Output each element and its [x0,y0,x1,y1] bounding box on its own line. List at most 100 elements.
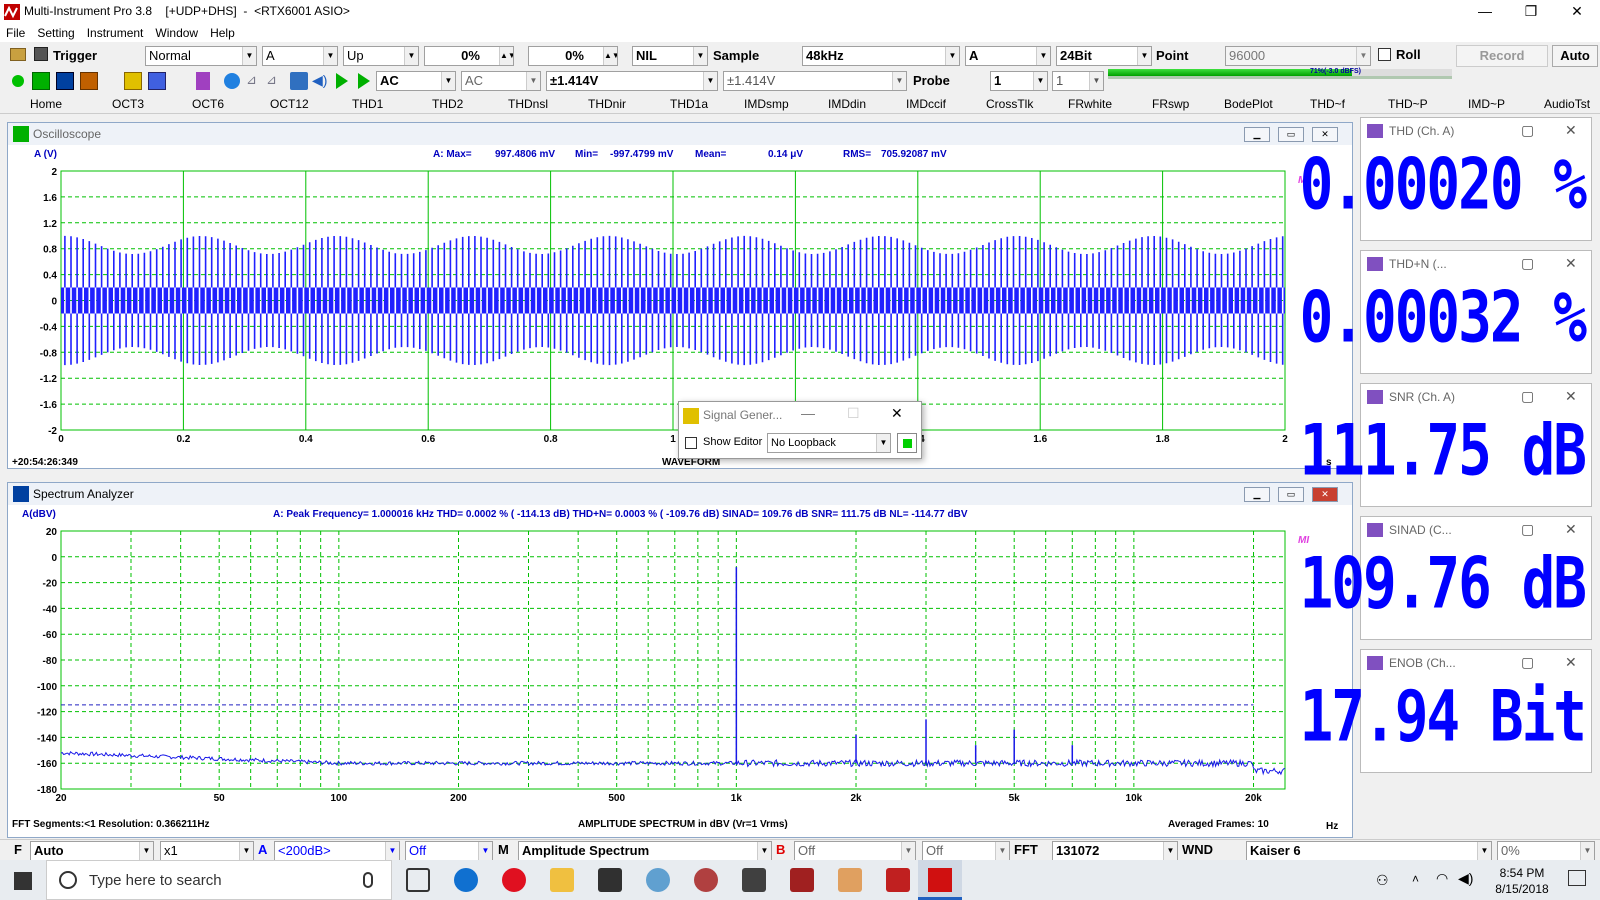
b-off-select-2[interactable]: Off ▼ [922,841,1010,861]
wifi-icon[interactable]: ◠ [1436,870,1448,887]
chevron-up-icon[interactable]: ˄ [1412,872,1419,886]
tab-thdnir[interactable]: THDnir [588,97,626,111]
tab-imdsmp[interactable]: IMDsmp [744,97,789,111]
spectrum-plot[interactable]: A(dBV) A: Peak Frequency= 1.000016 kHz T… [8,505,1352,837]
nil-select[interactable]: NIL ▼ [632,46,708,66]
app-icon[interactable] [694,868,718,892]
meter-minimize-button[interactable]: ▢ [1521,255,1534,272]
tab-thdnsl[interactable]: THDnsl [508,97,548,111]
tab-audiotst[interactable]: AudioTst [1544,97,1590,111]
sinad-meter[interactable]: SINAD (C... ▢ ✕ 109.76 dB [1300,516,1592,640]
menu-setting[interactable]: Setting [31,24,80,42]
trigger-edge-select[interactable]: Up ▼ [343,46,419,66]
siggen-maximize-button[interactable]: ☐ [847,405,860,422]
freq-axis-select[interactable]: Auto ▼ [30,841,154,861]
b-off-select-1[interactable]: Off ▼ [794,841,916,861]
a-off-select[interactable]: Off ▼ [405,841,493,861]
tab-thd-p[interactable]: THD~P [1388,97,1428,111]
enob-meter[interactable]: ENOB (Ch... ▢ ✕ 17.94 Bit [1300,649,1592,773]
ddp-icon[interactable] [196,72,210,90]
tab-home[interactable]: Home [30,97,62,111]
delta-a-icon[interactable]: ⊿ [246,72,264,90]
tab-thd-f[interactable]: THD~f [1310,97,1345,111]
meter-minimize-button[interactable]: ▢ [1521,122,1534,139]
multi-instrument-task[interactable] [918,860,962,900]
taskbar-date[interactable]: 8/15/2018 [1490,882,1554,896]
taskbar-time[interactable]: 8:54 PM [1494,866,1550,880]
tab-oct12[interactable]: OCT12 [270,97,309,111]
calibration-icon[interactable] [224,73,240,89]
range-a-select[interactable]: ±1.414V ▼ [546,71,718,91]
meter-close-button[interactable]: ✕ [1565,654,1577,671]
thdn-meter[interactable]: THD+N (... ▢ ✕ 0.00032 % [1300,250,1592,374]
meter-minimize-button[interactable]: ▢ [1521,521,1534,538]
window-minimize-button[interactable]: ▁ [1244,127,1270,142]
meter-close-button[interactable]: ✕ [1565,388,1577,405]
close-button[interactable]: ✕ [1554,0,1600,24]
tab-oct3[interactable]: OCT3 [112,97,144,111]
menu-file[interactable]: File [0,24,31,42]
tab-imddin[interactable]: IMDdin [828,97,866,111]
a-range-select[interactable]: <200dB> ▼ [274,841,400,861]
app-icon[interactable] [790,868,814,892]
taskbar-search-box[interactable]: Type here to search [46,860,392,900]
maximize-button[interactable]: ❐ [1508,0,1554,24]
mail-icon[interactable] [598,868,622,892]
spectrum-icon[interactable] [56,72,74,90]
signal-generator-icon[interactable] [124,72,142,90]
siggen-close-button[interactable]: ✕ [891,405,903,422]
trigger-channel-select[interactable]: A ▼ [262,46,338,66]
spin-icon[interactable]: ▲▼ [499,47,513,65]
loopback-select[interactable]: No Loopback ▼ [767,433,891,453]
channel-select[interactable]: A ▼ [965,46,1051,66]
show-editor-checkbox[interactable] [685,437,697,449]
window-function-select[interactable]: Kaiser 6 ▼ [1246,841,1492,861]
points-select[interactable]: 96000 ▼ [1225,46,1371,66]
coupling-a-select[interactable]: AC ▼ [376,71,456,91]
siggen-run-button[interactable] [897,433,917,453]
trigger-mode-select[interactable]: Normal ▼ [145,46,257,66]
tab-oct6[interactable]: OCT6 [192,97,224,111]
meter-minimize-button[interactable]: ▢ [1521,654,1534,671]
delta-b-icon[interactable]: ⊿ [266,72,284,90]
opera-browser-icon[interactable] [502,868,526,892]
dds-out-icon[interactable] [148,72,166,90]
run-indicator-icon[interactable] [12,75,24,87]
tab-bodeplot[interactable]: BodePlot [1224,97,1273,111]
meter-close-button[interactable]: ✕ [1565,122,1577,139]
window-restore-button[interactable]: ▭ [1278,127,1304,142]
open-icon[interactable] [10,48,26,61]
coupling-b-select[interactable]: AC ▼ [461,71,541,91]
range-b-select[interactable]: ±1.414V ▼ [723,71,907,91]
play-icon[interactable] [336,73,348,89]
oscilloscope-icon[interactable] [32,72,50,90]
tab-imd-p[interactable]: IMD~P [1468,97,1505,111]
pdf-reader-icon[interactable] [886,868,910,892]
play-once-icon[interactable] [358,73,370,89]
meter-close-button[interactable]: ✕ [1565,255,1577,272]
window-minimize-button[interactable]: ▁ [1244,487,1270,502]
calculator-icon[interactable] [742,868,766,892]
tab-imdccif[interactable]: IMDccif [906,97,946,111]
microphone-icon[interactable] [363,872,373,888]
tab-crosstlk[interactable]: CrossTlk [986,97,1033,111]
spectrogram-icon[interactable] [80,72,98,90]
roll-checkbox[interactable] [1378,48,1391,61]
paint-icon[interactable] [646,868,670,892]
tab-thd1a[interactable]: THD1a [670,97,708,111]
measure-mode-select[interactable]: Amplitude Spectrum ▼ [518,841,772,861]
overlap-select[interactable]: 0% ▼ [1497,841,1595,861]
pre-trigger-spinner[interactable]: 0% ▲▼ [424,46,514,66]
tab-frwhite[interactable]: FRwhite [1068,97,1112,111]
speaker-icon[interactable]: ◀) [312,72,328,90]
tab-thd1[interactable]: THD1 [352,97,383,111]
meter-close-button[interactable]: ✕ [1565,521,1577,538]
probe-a-select[interactable]: 1 ▼ [990,71,1048,91]
save-icon[interactable] [34,47,48,61]
file-explorer-icon[interactable] [550,868,574,892]
snr-meter[interactable]: SNR (Ch. A) ▢ ✕ 111.75 dB [1300,383,1592,507]
notification-icon[interactable] [1568,870,1586,886]
zoom-select[interactable]: x1 ▼ [160,841,254,861]
volume-icon[interactable]: ◀) [1458,870,1473,887]
people-icon[interactable]: ⚇ [1376,872,1389,889]
